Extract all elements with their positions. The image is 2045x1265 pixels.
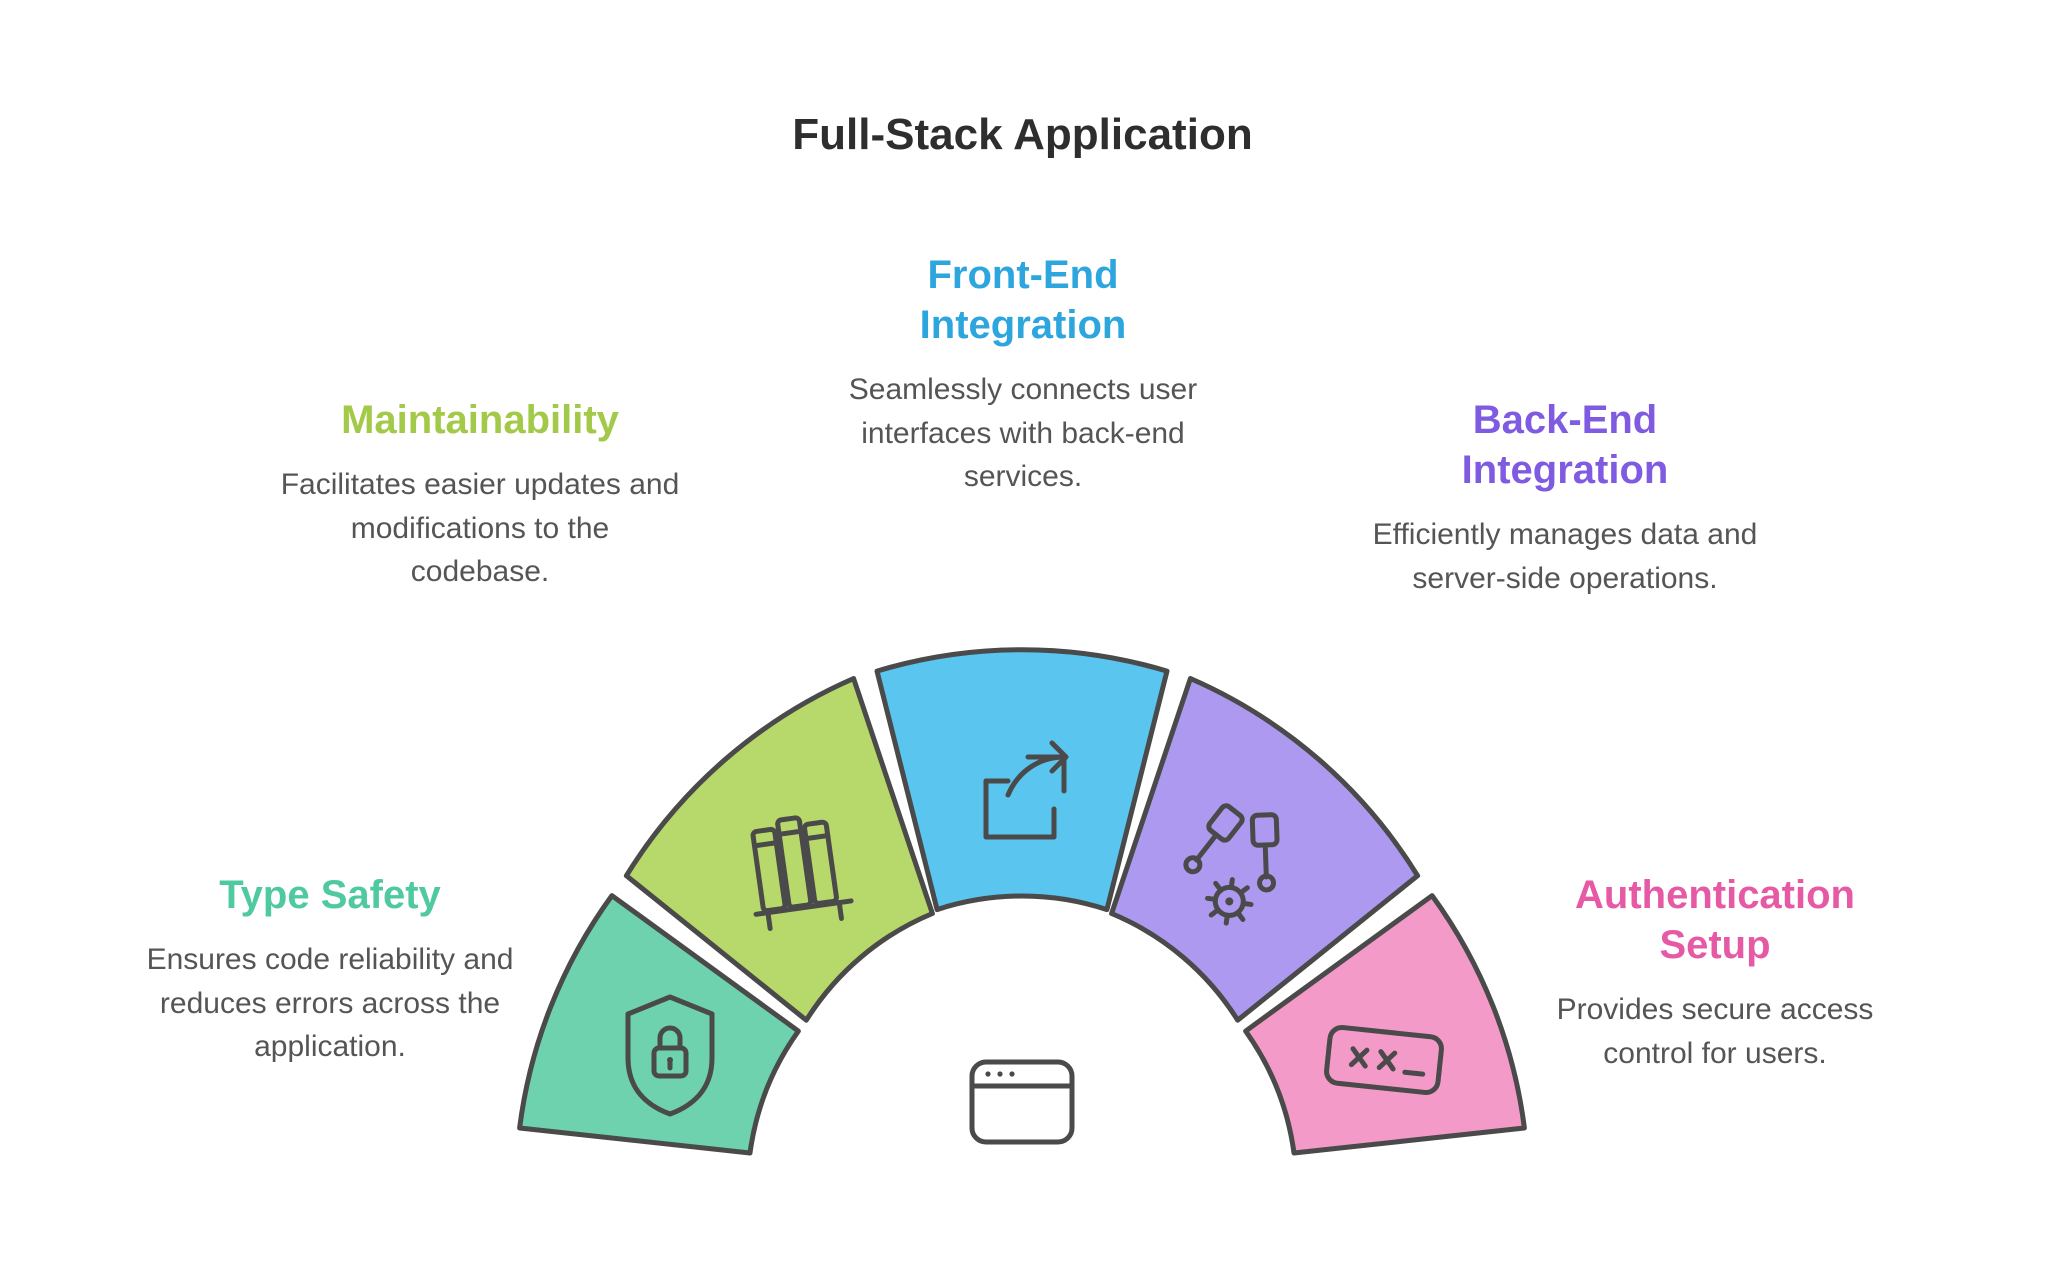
segment-front-end: Front-End Integration Seamlessly connect… [823, 250, 1223, 499]
segment-title: Type Safety [130, 870, 530, 920]
segment-back-end: Back-End Integration Efficiently manages… [1365, 395, 1765, 600]
segment-maintainability: Maintainability Facilitates easier updat… [280, 395, 680, 594]
app-window-icon [972, 1062, 1072, 1142]
segment-description: Ensures code reliability and reduces err… [130, 938, 530, 1069]
segment-description: Efficiently manages data and server-side… [1365, 513, 1765, 600]
segment-title: Back-End Integration [1365, 395, 1765, 495]
segment-description: Seamlessly connects user interfaces with… [823, 368, 1223, 499]
segment-title: Authentication Setup [1515, 870, 1915, 970]
segment-type-safety: Type Safety Ensures code reliability and… [130, 870, 530, 1069]
diagram-title: Full-Stack Application [0, 110, 2045, 160]
segment-title: Maintainability [280, 395, 680, 445]
segment-title: Front-End Integration [823, 250, 1223, 350]
segment-authentication: Authentication Setup Provides secure acc… [1515, 870, 1915, 1075]
segment-description: Provides secure access control for users… [1515, 988, 1915, 1075]
segment-description: Facilitates easier updates and modificat… [280, 463, 680, 594]
fan-chart [492, 610, 1552, 1170]
